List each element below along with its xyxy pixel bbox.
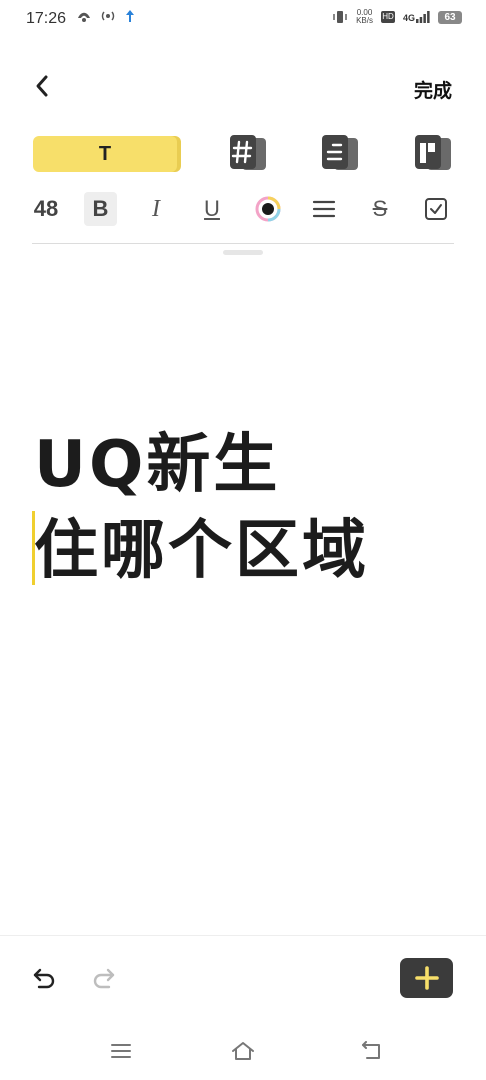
status-icons-left: [76, 9, 136, 23]
net-speed: 0.00 KB/s: [356, 9, 373, 25]
network-type: 4G: [402, 13, 415, 23]
editor-line-1: UQ新生: [34, 428, 281, 502]
align-button[interactable]: [308, 192, 340, 226]
font-size-button[interactable]: 48: [31, 192, 61, 226]
undo-icon: [33, 968, 55, 989]
text-cursor: [32, 511, 35, 585]
add-button[interactable]: [400, 958, 453, 998]
checkbox-button[interactable]: [420, 192, 452, 226]
list-card-icon: [322, 135, 358, 170]
nav-home-button[interactable]: [226, 1036, 260, 1066]
redo-icon: [93, 968, 115, 989]
menu-icon: [111, 1044, 131, 1058]
hashtag-card-icon: [230, 135, 266, 170]
tab-list-style[interactable]: [320, 134, 358, 172]
italic-button[interactable]: I: [140, 192, 172, 226]
hotspot-icon: [101, 11, 115, 21]
hd-badge: HD: [380, 11, 395, 23]
undo-button[interactable]: [28, 962, 60, 994]
text-tab-label: T: [98, 142, 112, 165]
color-picker-icon: [255, 196, 281, 222]
cell-signal: 4G: [403, 11, 430, 23]
nav-back-button[interactable]: [354, 1036, 388, 1066]
toolbar-divider: [32, 243, 454, 244]
signal-app-icon: [126, 10, 134, 22]
align-icon: [312, 200, 336, 218]
redo-button[interactable]: [88, 962, 120, 994]
back-arrow-icon: [36, 75, 48, 97]
editor-line-2: 住哪个区域: [34, 514, 369, 588]
return-icon: [362, 1041, 380, 1059]
grid-card-icon: [415, 135, 451, 170]
bottom-divider: [0, 935, 486, 936]
done-button[interactable]: 完成: [414, 76, 452, 103]
text-color-button[interactable]: [252, 192, 284, 226]
drag-handle[interactable]: [223, 250, 263, 255]
checkbox-icon: [425, 198, 447, 220]
cell-signal-icon: [416, 11, 430, 23]
status-time: 17:26: [26, 10, 67, 27]
strikethrough-button[interactable]: S: [364, 192, 396, 226]
text-editor[interactable]: UQ新生 住哪个区域: [34, 422, 464, 594]
net-speed-unit: KB/s: [356, 16, 373, 25]
vibrate-icon: [333, 11, 347, 23]
plus-icon: [414, 966, 439, 990]
bold-button[interactable]: B: [84, 192, 117, 226]
tab-hashtag-style[interactable]: [228, 134, 266, 172]
back-button[interactable]: [26, 70, 58, 102]
underline-button[interactable]: U: [196, 192, 228, 226]
home-icon: [232, 1042, 254, 1060]
battery-indicator: 63: [438, 10, 462, 24]
notification-app-icon: [78, 12, 90, 22]
status-icons-right: 0.00 KB/s HD 4G 63: [332, 9, 462, 25]
tab-text-style[interactable]: T: [33, 136, 177, 172]
nav-menu-button[interactable]: [104, 1036, 138, 1066]
tab-grid-style[interactable]: [413, 134, 451, 172]
